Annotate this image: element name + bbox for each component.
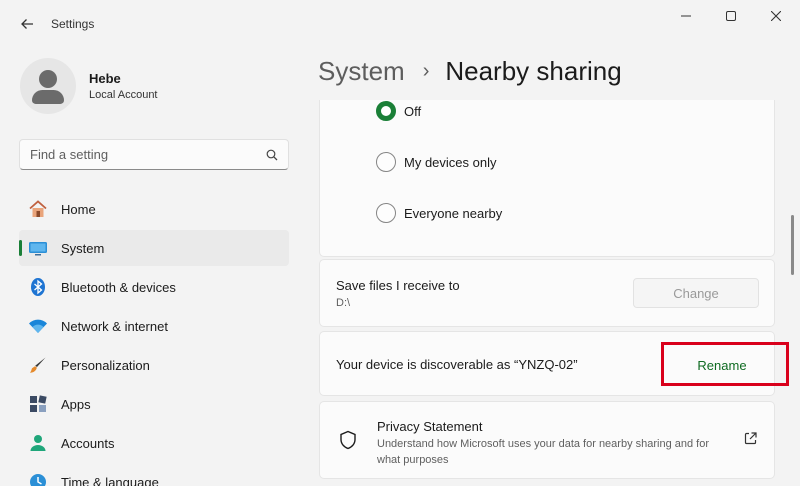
change-button[interactable]: Change [633,278,759,308]
back-button[interactable] [14,12,40,36]
sidebar-item-bluetooth[interactable]: Bluetooth & devices [19,269,289,305]
sidebar-item-network[interactable]: Network & internet [19,308,289,344]
title-bar: Settings [0,0,800,48]
accounts-icon [28,433,48,453]
sidebar-item-label: Home [61,201,96,217]
page-title: Nearby sharing [445,56,622,86]
breadcrumb: System › Nearby sharing [318,56,622,87]
breadcrumb-parent[interactable]: System [318,56,405,87]
open-external-icon[interactable] [744,432,757,445]
app-title: Settings [51,17,95,31]
system-icon [28,238,48,258]
option-off[interactable]: Off [376,101,421,121]
sidebar-item-personalization[interactable]: Personalization [19,347,289,383]
privacy-title: Privacy Statement [377,419,483,434]
apps-icon [28,394,48,414]
sidebar-item-label: System [61,240,105,256]
radio-button[interactable] [376,152,396,172]
close-button[interactable] [754,4,798,28]
rename-highlight-box [661,342,789,386]
save-location-path: D:\ [336,297,351,309]
option-label: Off [404,103,422,119]
wifi-icon [28,316,48,336]
back-arrow-icon [21,19,33,29]
time-language-icon [28,472,48,486]
privacy-statement-card[interactable]: Privacy Statement Understand how Microso… [319,401,775,479]
brush-icon [28,355,48,375]
shield-icon [340,430,356,450]
sidebar-item-time-language[interactable]: Time & language [19,464,289,486]
sidebar-item-label: Personalization [61,357,150,373]
device-discoverable-text: Your device is discoverable as “YNZQ-02” [336,357,578,372]
sidebar-item-system[interactable]: System [19,230,289,266]
minimize-icon [681,15,691,17]
sidebar-item-accounts[interactable]: Accounts [19,425,289,461]
sidebar-item-label: Apps [61,396,91,412]
avatar [20,58,76,114]
sidebar-item-apps[interactable]: Apps [19,386,289,422]
maximize-button[interactable] [709,4,753,28]
save-location-title: Save files I receive to [336,278,460,293]
home-icon [28,199,48,219]
sidebar-item-label: Bluetooth & devices [61,279,176,295]
close-icon [771,11,781,21]
option-my-devices-only[interactable]: My devices only [376,152,496,172]
search-icon [266,149,278,160]
account-type: Local Account [89,89,158,101]
radio-button-selected[interactable] [376,101,396,121]
save-location-card: Save files I receive to D:\ Change [319,259,775,327]
sidebar-item-home[interactable]: Home [19,191,289,227]
sidebar-item-label: Time & language [61,474,159,486]
sidebar-item-label: Network & internet [61,318,168,334]
radio-button[interactable] [376,203,396,223]
user-name: Hebe [89,71,121,86]
search-input[interactable]: Find a setting [30,147,266,162]
content-scrollbar[interactable] [791,215,794,275]
sidebar-item-label: Accounts [61,435,115,451]
minimize-button[interactable] [664,4,708,28]
bluetooth-icon [28,277,48,297]
nearby-sharing-options-card: Off My devices only Everyone nearby [319,100,775,257]
option-label: Everyone nearby [404,205,503,221]
search-box[interactable]: Find a setting [19,139,289,170]
option-label: My devices only [404,154,497,170]
option-everyone-nearby[interactable]: Everyone nearby [376,203,502,223]
content-pane[interactable]: Off My devices only Everyone nearby Save… [319,100,776,486]
maximize-icon [726,11,736,21]
user-profile[interactable]: Hebe Local Account [20,58,158,114]
privacy-description: Understand how Microsoft uses your data … [377,438,710,466]
breadcrumb-separator: › [422,60,430,82]
sidebar-nav: Home System Bluetooth & devices Network … [19,191,289,486]
